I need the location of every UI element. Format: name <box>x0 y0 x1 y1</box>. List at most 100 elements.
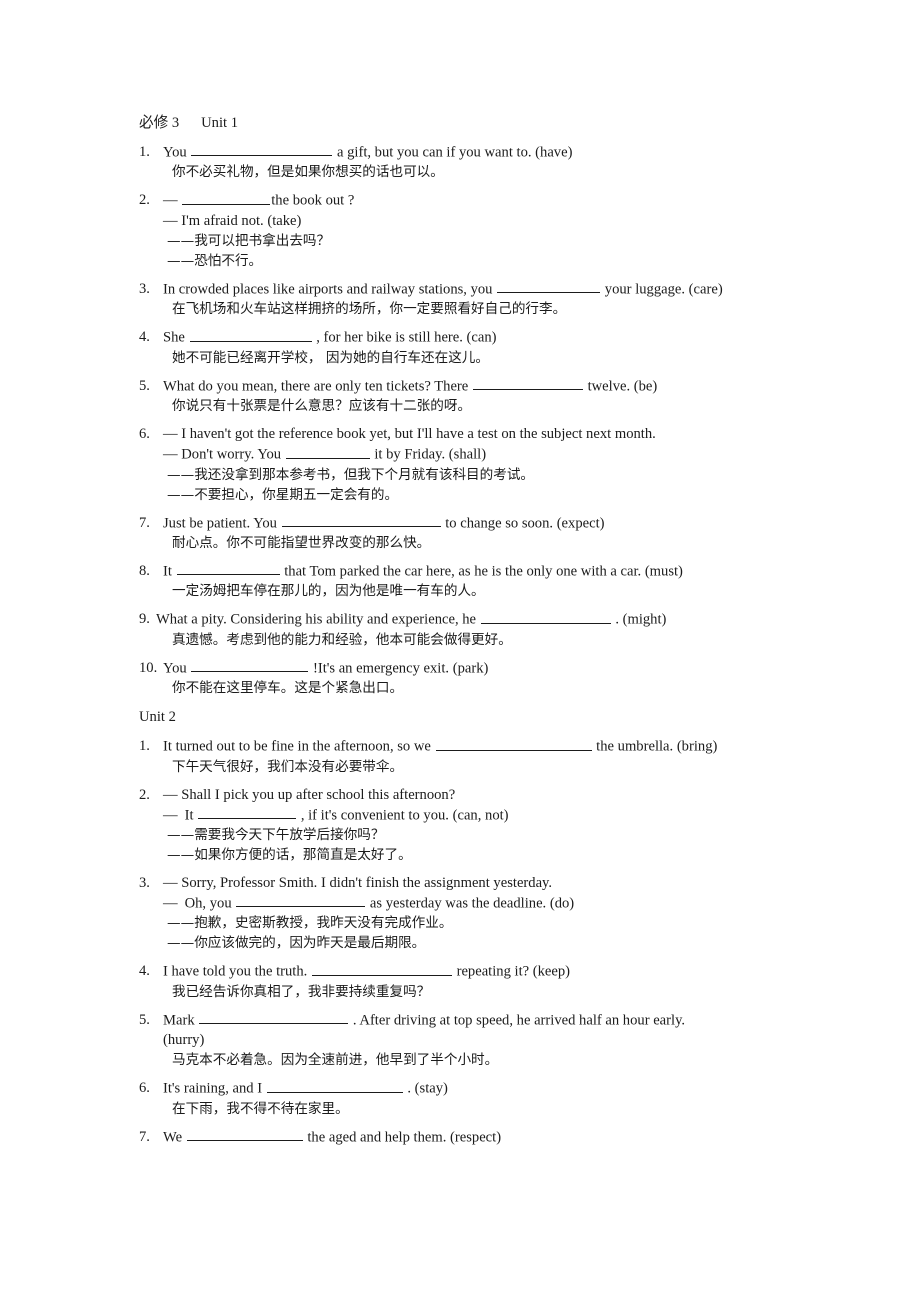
question-item: 6. It's raining, and I . (stay) 在下雨，我不得不待在… <box>139 1078 782 1118</box>
chinese-text: 下午天气很好，我们本没有必要带伞。 <box>172 758 404 775</box>
answer-blank[interactable] <box>198 805 297 820</box>
question-continuation: (hurry) <box>163 1032 205 1049</box>
chinese-text: ——抱歉，史密斯教授，我昨天没有完成作业。 <box>167 915 453 932</box>
question-item: 2. — the book out ? — I'm afraid not. (tak… <box>139 190 782 270</box>
answer-blank[interactable] <box>281 513 441 527</box>
answer-blank[interactable] <box>266 1078 403 1093</box>
chinese-text: ——恐怕不行。 <box>167 252 263 269</box>
chinese-translation: ——恐怕不行。 <box>139 251 782 271</box>
chinese-translation: 下午天气很好，我们本没有必要带伞。 <box>139 757 782 777</box>
question-item: 4. I have told you the truth. repeating i… <box>139 961 782 1001</box>
question-item: 2. — Shall I pick you up after school thi… <box>139 785 782 865</box>
worksheet-page: 必修 3 Unit 1 1. You a gift, but you can if … <box>0 0 920 1302</box>
answer-blank[interactable] <box>182 190 271 205</box>
question-line: 7. We the aged and help them. (respect) <box>139 1127 502 1146</box>
question-line: 3. — Sorry, Professor Smith. I didn't fin… <box>139 875 553 892</box>
question-number: 1. <box>139 738 150 755</box>
chinese-text: ——我可以把书拿出去吗？ <box>167 232 331 249</box>
question-item: 4. She , for her bike is still here. (can… <box>139 327 782 367</box>
question-item: 5. What do you mean, there are only ten t… <box>139 376 782 416</box>
question-number: 5. <box>139 1011 150 1028</box>
chinese-text: 马克本不必着急。因为全速前进，他早到了半个小时。 <box>172 1052 499 1069</box>
chinese-translation: 一定汤姆把车停在那儿的，因为他是唯一有车的人。 <box>139 581 782 601</box>
chinese-translation: ——不要担心，你星期五一定会有的。 <box>139 485 782 505</box>
question-item: 10. You !It's an emergency exit. (park) 你不… <box>139 658 782 698</box>
question-line: 1. It turned out to be fine in the aftern… <box>139 736 718 755</box>
question-number: 10. <box>139 659 158 676</box>
question-item: 3. — Sorry, Professor Smith. I didn't fin… <box>139 873 782 953</box>
question-line: 2. — Shall I pick you up after school thi… <box>139 786 456 803</box>
question-number: 1. <box>139 144 150 160</box>
answer-blank[interactable] <box>435 736 592 751</box>
question-line: 4. I have told you the truth. repeating i… <box>139 961 571 980</box>
unit1-label: Unit 1 <box>201 115 239 131</box>
question-item: 1. It turned out to be fine in the aftern… <box>139 736 782 776</box>
chinese-translation: ——如果你方便的话，那简直是太好了。 <box>139 845 782 865</box>
dialogue-line: — Don't worry. You it by Friday. (shall) <box>139 444 782 464</box>
chinese-translation: 马克本不必着急。因为全速前进，他早到了半个小时。 <box>139 1050 782 1070</box>
dialogue-line: — Oh, you as yesterday was the deadline. … <box>139 893 782 913</box>
answer-blank[interactable] <box>497 279 601 294</box>
unit2-label: Unit 2 <box>139 709 176 726</box>
unit2-question-list: 1. It turned out to be fine in the aftern… <box>139 736 782 1147</box>
chinese-text: 在下雨，我不得不待在家里。 <box>172 1100 349 1117</box>
chinese-text: 你说只有十张票是什么意思？应该有十二张的呀。 <box>172 398 472 415</box>
question-number: 2. <box>139 786 150 803</box>
question-number: 8. <box>139 562 150 579</box>
answer-blank[interactable] <box>236 893 366 908</box>
question-line: 5. Mark . After driving at top speed, he … <box>139 1010 686 1029</box>
question-line: 3. In crowded places like airports and ra… <box>139 279 723 298</box>
chinese-text: 真遗憾。考虑到他的能力和经验，他本可能会做得更好。 <box>172 631 512 648</box>
question-line: 6. It's raining, and I . (stay) <box>139 1078 448 1097</box>
chinese-text: 你不必买礼物，但是如果你想买的话也可以。 <box>172 164 444 181</box>
answer-blank[interactable] <box>199 1010 349 1025</box>
question-number: 3. <box>139 875 150 892</box>
question-line: 7. Just be patient. You to change so soon… <box>139 513 605 531</box>
question-item: 3. In crowded places like airports and ra… <box>139 279 782 319</box>
question-line: 1. You a gift, but you can if you want to… <box>139 142 573 161</box>
answer-blank[interactable] <box>480 609 611 624</box>
answer-blank[interactable] <box>191 658 309 673</box>
chinese-translation: 我已经告诉你真相了，我非要持续重复吗？ <box>139 982 782 1002</box>
book-title: 必修 3 <box>139 115 180 131</box>
question-number: 6. <box>139 1080 150 1097</box>
question-number: 6. <box>139 426 150 443</box>
question-line: 9. What a pity. Considering his ability a… <box>139 609 667 628</box>
chinese-translation: ——抱歉，史密斯教授，我昨天没有完成作业。 <box>139 913 782 933</box>
chinese-translation: ——我还没拿到那本参考书，但我下个月就有该科目的考试。 <box>139 465 782 485</box>
chinese-translation: 她不可能已经离开学校， 因为她的自行车还在这儿。 <box>139 348 782 368</box>
answer-blank[interactable] <box>285 444 370 459</box>
answer-blank[interactable] <box>472 376 583 391</box>
question-line: 4. She , for her bike is still here. (can… <box>139 327 497 346</box>
answer-blank[interactable] <box>176 561 280 576</box>
chinese-translation: 在飞机场和火车站这样拥挤的场所，你一定要照看好自己的行李。 <box>139 299 782 319</box>
chinese-text: 你不能在这里停车。这是个紧急出口。 <box>172 680 404 697</box>
unit1-heading: 必修 3 Unit 1 <box>139 113 782 133</box>
chinese-text: 在飞机场和火车站这样拥挤的场所，你一定要照看好自己的行李。 <box>172 301 567 318</box>
worksheet-body: 必修 3 Unit 1 1. You a gift, but you can if … <box>139 113 782 1147</box>
chinese-text: ——如果你方便的话，那简直是太好了。 <box>167 847 412 864</box>
question-number: 7. <box>139 1128 150 1145</box>
chinese-translation: 真遗憾。考虑到他的能力和经验，他本可能会做得更好。 <box>139 630 782 650</box>
question-number: 4. <box>139 329 150 346</box>
question-line: 10. You !It's an emergency exit. (park) <box>139 658 489 677</box>
question-number: 2. <box>139 192 150 209</box>
question-number: 4. <box>139 963 150 980</box>
answer-blank[interactable] <box>191 142 333 157</box>
answer-blank[interactable] <box>311 961 452 976</box>
chinese-text: 她不可能已经离开学校， 因为她的自行车还在这儿。 <box>172 349 489 366</box>
question-line: 2. — the book out ? <box>139 190 355 209</box>
chinese-text: ——我还没拿到那本参考书，但我下个月就有该科目的考试。 <box>167 466 535 483</box>
question-item: 1. You a gift, but you can if you want to… <box>139 142 782 182</box>
chinese-text: 我已经告诉你真相了，我非要持续重复吗？ <box>172 983 431 1000</box>
answer-blank[interactable] <box>186 1127 303 1142</box>
question-line: 6. — I haven't got the reference book yet… <box>139 426 656 443</box>
chinese-text: ——需要我今天下午放学后接你吗？ <box>167 827 385 844</box>
chinese-text: 一定汤姆把车停在那儿的，因为他是唯一有车的人。 <box>172 583 485 600</box>
chinese-translation: ——需要我今天下午放学后接你吗？ <box>139 825 782 845</box>
question-item: 8. It that Tom parked the car here, as he… <box>139 561 782 601</box>
question-item: 7. We the aged and help them. (respect) <box>139 1127 782 1147</box>
chinese-translation: ——你应该做完的，因为昨天是最后期限。 <box>139 933 782 953</box>
dialogue-line: — It , if it's convenient to you. (can, n… <box>139 805 782 825</box>
answer-blank[interactable] <box>189 327 312 342</box>
